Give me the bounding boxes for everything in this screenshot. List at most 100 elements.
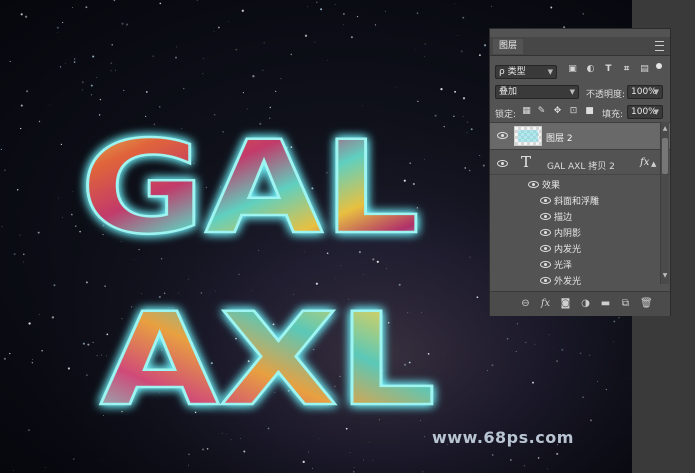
scroll-up-icon[interactable]: ▲: [661, 125, 669, 132]
star: [613, 341, 614, 342]
effect-item[interactable]: 内阴影: [554, 226, 581, 239]
lock-transparency-icon[interactable]: ▦: [522, 107, 531, 116]
effect-item[interactable]: 光泽: [554, 258, 572, 271]
star: [386, 267, 388, 269]
star: [45, 467, 46, 468]
star: [72, 7, 73, 8]
smart-object-filter-icon[interactable]: ▤: [640, 65, 649, 74]
lock-artboard-icon[interactable]: ⊡: [569, 107, 578, 116]
star: [96, 355, 98, 357]
fx-icon[interactable]: fx: [640, 157, 649, 168]
layer-name[interactable]: GAL AXL 拷贝 2: [547, 159, 615, 172]
scroll-down-icon[interactable]: ▼: [661, 272, 669, 279]
star: [13, 253, 16, 256]
add-mask-icon[interactable]: ◙: [560, 298, 571, 309]
type-filter-icon[interactable]: T: [604, 65, 613, 74]
star: [85, 374, 88, 377]
effects-header[interactable]: 效果: [542, 178, 560, 191]
visibility-eye-icon[interactable]: [497, 132, 508, 139]
chevron-up-icon[interactable]: ▲: [651, 160, 656, 168]
chevron-down-icon: ▼: [547, 68, 553, 76]
effect-item[interactable]: 描边: [554, 210, 572, 223]
star: [62, 21, 64, 24]
star: [462, 97, 466, 100]
star: [235, 48, 238, 51]
adjustment-filter-icon[interactable]: ◐: [586, 65, 595, 74]
lock-position-icon[interactable]: ✥: [553, 107, 562, 116]
lock-paint-icon[interactable]: ✎: [537, 107, 546, 116]
star: [424, 55, 426, 57]
star: [548, 334, 550, 336]
star: [424, 436, 426, 438]
star: [81, 89, 83, 91]
visibility-eye-icon[interactable]: [540, 245, 551, 252]
visibility-eye-icon[interactable]: [540, 277, 551, 284]
star: [491, 5, 492, 7]
star: [320, 8, 323, 11]
opacity-input[interactable]: 100% ▼: [627, 85, 663, 99]
star: [552, 347, 554, 349]
star: [218, 26, 220, 29]
star: [206, 448, 209, 450]
star: [363, 459, 365, 461]
artwork-line-1: GAL: [80, 114, 420, 263]
star: [618, 317, 620, 319]
link-layers-icon[interactable]: ⊖: [520, 298, 531, 309]
star: [588, 354, 591, 356]
add-style-icon[interactable]: fx: [540, 298, 551, 309]
lock-label: 锁定:: [495, 110, 517, 120]
star: [491, 364, 494, 367]
blend-mode-value: 叠加: [499, 87, 518, 97]
delete-layer-icon[interactable]: 🗑: [640, 298, 653, 309]
new-adjustment-icon[interactable]: ◑: [580, 298, 591, 309]
visibility-eye-icon[interactable]: [497, 160, 508, 167]
star: [28, 322, 31, 325]
filter-kind-select[interactable]: ρ 类型 ▼: [495, 65, 557, 79]
fill-input[interactable]: 100% ▼: [627, 105, 663, 119]
star: [434, 114, 437, 117]
layer-name[interactable]: 图层 2: [546, 131, 573, 144]
star: [121, 22, 124, 25]
star: [90, 84, 93, 87]
star: [13, 469, 14, 471]
visibility-eye-icon[interactable]: [540, 197, 551, 204]
lock-all-icon[interactable]: ■: [585, 107, 594, 116]
filter-toggle-icon[interactable]: [656, 63, 662, 69]
star: [464, 167, 466, 169]
star: [203, 58, 204, 59]
star: [82, 342, 85, 345]
effect-item[interactable]: 斜面和浮雕: [554, 194, 599, 207]
shape-filter-icon[interactable]: ⌗: [622, 65, 631, 74]
star: [1, 226, 3, 228]
effect-item[interactable]: 外发光: [554, 274, 581, 287]
tab-layers[interactable]: 图层: [493, 39, 524, 54]
star: [100, 459, 102, 461]
panel-menu-icon[interactable]: [655, 41, 664, 51]
star: [372, 459, 374, 461]
star: [579, 352, 582, 355]
star: [342, 24, 344, 26]
visibility-eye-icon[interactable]: [540, 229, 551, 236]
new-group-icon[interactable]: ▬: [600, 298, 611, 309]
blend-mode-select[interactable]: 叠加 ▼: [495, 85, 579, 99]
new-layer-icon[interactable]: ⧉: [620, 298, 631, 309]
scrollbar-thumb[interactable]: [662, 138, 668, 174]
star: [53, 284, 56, 287]
star: [182, 87, 185, 90]
visibility-eye-icon[interactable]: [528, 181, 539, 188]
effect-item[interactable]: 内发光: [554, 242, 581, 255]
star: [550, 6, 553, 9]
image-filter-icon[interactable]: ▣: [568, 65, 577, 74]
star: [9, 352, 11, 355]
panel-scrollbar[interactable]: ▲ ▼: [660, 122, 669, 284]
star: [176, 46, 177, 48]
star: [308, 451, 310, 453]
layer-thumbnail: [514, 126, 542, 146]
star: [37, 231, 40, 234]
visibility-eye-icon[interactable]: [540, 261, 551, 268]
star: [334, 4, 336, 5]
star: [3, 357, 6, 360]
star: [9, 60, 11, 63]
text-layer-icon: T: [521, 153, 532, 171]
visibility-eye-icon[interactable]: [540, 213, 551, 220]
